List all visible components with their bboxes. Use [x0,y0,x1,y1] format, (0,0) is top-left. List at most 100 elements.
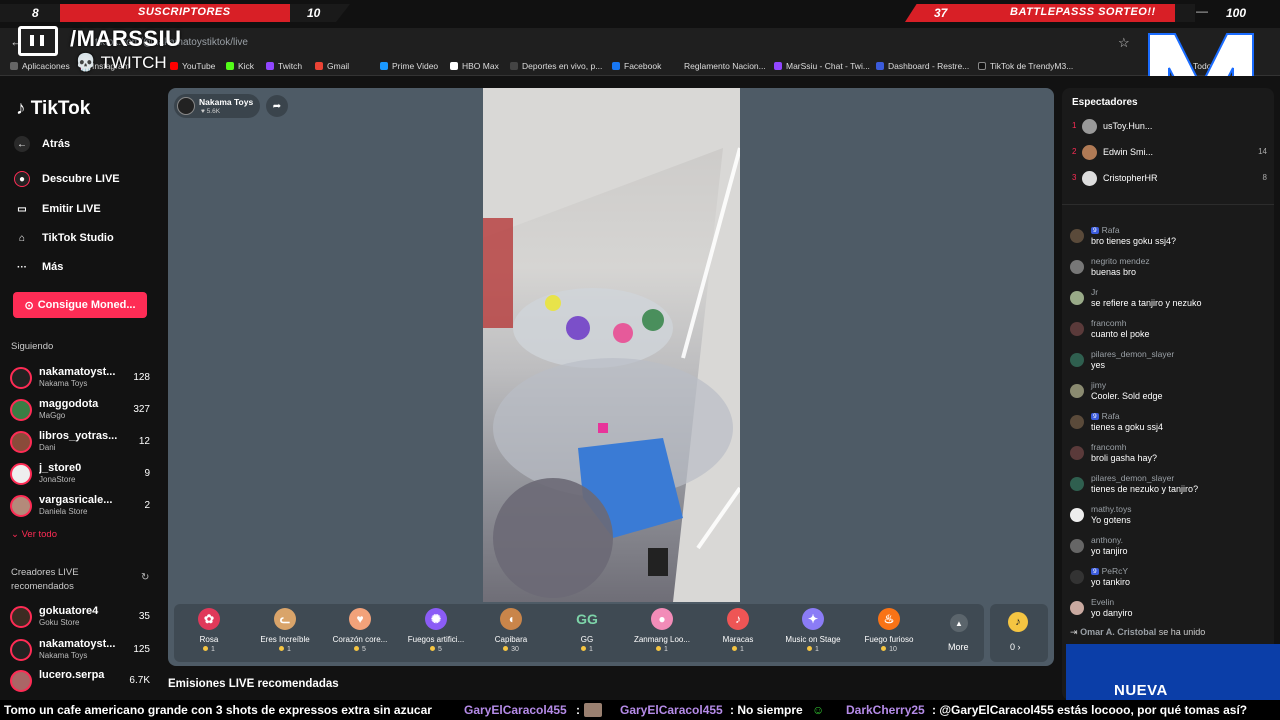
back-link[interactable]: ← Atrás [14,136,70,152]
avatar [10,399,32,421]
avatar-emote-icon [584,703,602,717]
gg-icon: GG [576,611,598,627]
following-title: Siguiendo [11,341,54,352]
gift-item[interactable]: ♥ Corazón core... 5 [325,608,395,653]
bookmark-item[interactable]: Kick [226,61,254,71]
following-item[interactable]: j_store0 JonaStore 9 [10,461,155,487]
avatar [10,463,32,485]
nav-go-live[interactable]: ▭ Emitir LIVE [14,201,100,217]
chat-message: 9 Rafa bro tienes goku ssj4? [1070,224,1270,252]
viewer-row[interactable]: 1 usToy.Hun... [1072,118,1267,138]
bookmark-item[interactable]: TikTok de TrendyM3... [978,61,1073,71]
nav-tiktok-studio[interactable]: ⌂ TikTok Studio [14,230,114,246]
share-icon[interactable]: ➦ [266,95,288,117]
avatar [10,495,32,517]
minimize-icon[interactable]: — [1196,4,1208,18]
chat-message: francomh broli gasha hay? [1070,441,1270,469]
bookmark-item[interactable]: Aplicaciones [10,61,70,71]
bp-current: 37 [934,6,948,20]
viewer-row[interactable]: 2 Edwin Smi... 14 [1072,144,1267,164]
chevron-up-icon[interactable]: ▲ [950,614,968,632]
subs-label: SUSCRIPTORES [138,6,231,18]
gift-item[interactable]: ✺ Fuegos artifici... 5 [401,608,471,653]
zanmang-icon: ● [651,608,673,630]
refresh-icon[interactable]: ↻ [141,572,149,583]
gift-item[interactable]: ᓚ Eres Increíble 1 [250,608,320,653]
chat-message: francomh cuanto el poke [1070,317,1270,345]
recommended-item[interactable]: gokuatore4 Goku Store 35 [10,604,155,630]
bookmark-item[interactable]: Deportes en vivo, p... [510,61,602,71]
gift-item[interactable]: ✦ Music on Stage 1 [778,608,848,653]
bookmark-item[interactable]: Facebook [612,61,661,71]
tiktok-live-page: ♪ TikTok ← Atrás ● Descubre LIVE ▭ Emiti… [0,76,1280,700]
following-item[interactable]: libros_yotras... Dani 12 [10,429,155,455]
bookmark-item[interactable]: Twitch [266,61,302,71]
chat-message: jimy Cooler. Sold edge [1070,379,1270,407]
avatar [10,606,32,628]
recommended-title: Creadores LIVE recomendados [11,567,79,592]
tiktok-logo[interactable]: ♪ TikTok [16,98,90,120]
following-item[interactable]: vargasricale... Daniela Store 2 [10,493,155,519]
emote-icon: ☺ [812,703,825,717]
gift-item[interactable]: GG GG 1 [552,608,622,653]
ticker-user: DarkCherry25 [846,703,925,717]
chat-message: pilares_demon_slayer tienes de nezuko y t… [1070,472,1270,500]
bookmark-item[interactable]: Dashboard - Restre... [876,61,969,71]
gift-item[interactable]: ◖ Capibara 30 [476,608,546,653]
following-item[interactable]: nakamatoyst... Nakama Toys 128 [10,365,155,391]
bookmark-item[interactable]: HBO Max [450,61,499,71]
channel-name: /MARSSIU [70,26,182,51]
nueva-label: NUEVA [1114,682,1168,699]
more-gifts-button[interactable]: More [948,642,969,652]
live-video[interactable] [483,88,740,602]
recommended-lives-heading: Emisiones LIVE recomendadas [168,678,339,690]
bookmark-item[interactable]: Prime Video [380,61,438,71]
bookmark-item[interactable]: MarSsiu - Chat - Twi... [774,61,870,71]
gift-item[interactable]: ● Zanmang Loo... 1 [627,608,697,653]
nav-more[interactable]: ··· Más [14,259,63,275]
see-all-link[interactable]: ⌄ Ver todo [11,529,57,540]
more-dots-icon: ··· [17,261,27,273]
join-notification: ⇥ Omar A. Cristobal se ha unido [1070,627,1206,637]
viewer-row[interactable]: 3 CristopherHR 8 [1072,170,1267,190]
recommended-item[interactable]: lucero.serpa 6.7K [10,668,155,694]
chat-ticker: Tomo un cafe americano grande con 3 shot… [0,700,1280,720]
ticker-user: GaryElCaracol455 [464,703,567,717]
wallet-balance: 0 › [1010,642,1021,652]
avatar [10,367,32,389]
host-chip[interactable]: Nakama Toys ♥ 5.6K [174,94,260,118]
gift-bar: ✿ Rosa 1 ᓚ Eres Increíble 1 ♥ Corazón core...… [174,604,984,662]
host-likes: ♥ 5.6K [201,108,221,115]
chat-message: Jr se refiere a tanjiro y nezuko [1070,286,1270,314]
host-avatar [177,97,195,115]
tiktok-coin-icon: ♪ [1008,612,1028,632]
bookmark-item[interactable]: Gmail [315,61,349,71]
wallet-button[interactable]: ♪ 0 › [990,604,1048,662]
get-coins-button[interactable]: ⊙ Consigue Moned... [13,292,147,318]
ticker-text: : @GaryElCaracol455 estás locooo, por qu… [932,703,1248,717]
bookmark-item[interactable]: YouTube [170,61,215,71]
gift-item[interactable]: ♪ Maracas 1 [703,608,773,653]
nav-discover-live[interactable]: ● Descubre LIVE [14,171,120,187]
avatar [1082,145,1097,160]
cat-icon: ᓚ [274,608,296,630]
chat-message: pilares_demon_slayer yes [1070,348,1270,376]
platform-label: 💀 TWITCH [75,53,167,72]
fire-icon: ♨ [878,608,900,630]
live-badge-icon: ● [14,171,30,187]
bookmark-star-icon[interactable]: ☆ [1118,35,1130,51]
ticker-text: : [576,703,580,717]
home-icon: ⌂ [18,232,26,244]
chat-message: negrito mendez buenas bro [1070,255,1270,283]
gift-item[interactable]: ✿ Rosa 1 [174,608,244,653]
chat-message: Evelin yo danyiro [1070,596,1270,624]
recommended-item[interactable]: nakamatoyst... Nakama Toys 125 [10,637,155,663]
video-frame [483,88,740,602]
divider [1062,204,1274,205]
bp-goal: 100 [1226,6,1247,20]
following-item[interactable]: maggodota MaGgo 327 [10,397,155,423]
address-bar[interactable]: ← tiktok.com/@nakamatoystiktok/live ☆ [0,28,1280,58]
bookmark-item[interactable]: Reglamento Nacion... [684,61,766,71]
gift-item[interactable]: ♨ Fuego furioso 10 [854,608,924,653]
finger-heart-icon: ♥ [349,608,371,630]
